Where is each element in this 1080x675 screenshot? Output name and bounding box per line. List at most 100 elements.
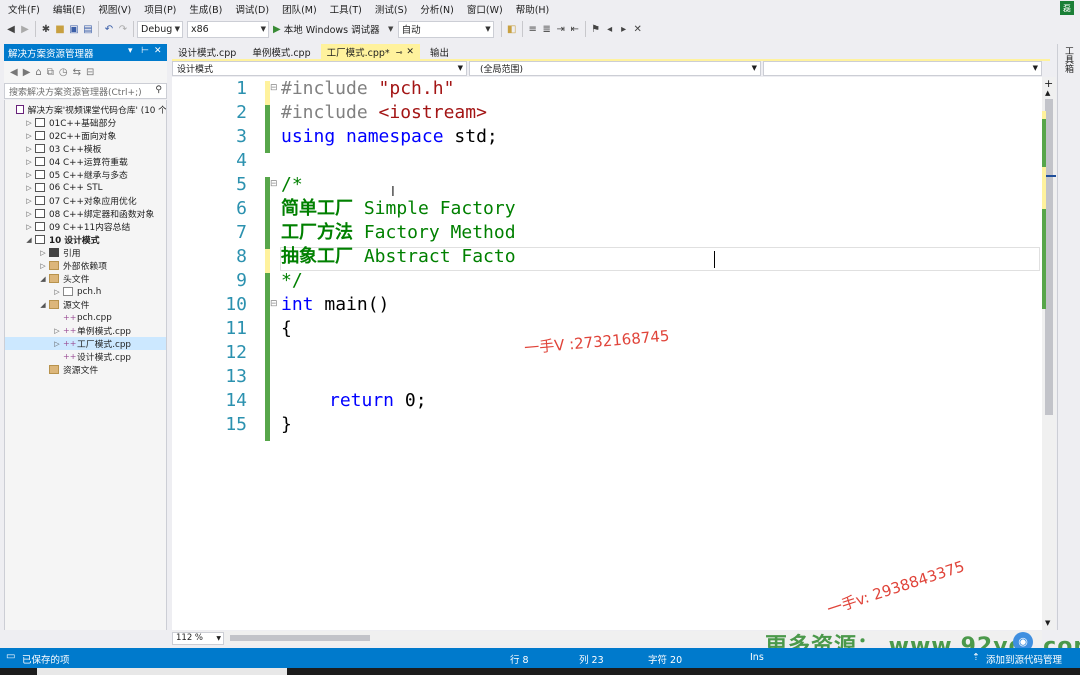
prev-bookmark-icon[interactable]: ◂	[603, 20, 617, 38]
pin-icon[interactable]: ⊢	[141, 46, 149, 56]
upload-icon[interactable]: ⇡	[972, 652, 980, 663]
tree-item[interactable]: ▷ 外部依赖项	[5, 259, 166, 272]
switch-views-icon[interactable]: ⧉	[47, 67, 54, 78]
menu-tools[interactable]: 工具(T)	[326, 2, 366, 16]
expander-icon[interactable]: ▷	[53, 327, 61, 335]
search-icon[interactable]: ⚲	[155, 85, 162, 95]
expander-icon[interactable]: ▷	[25, 132, 33, 140]
expander-icon[interactable]: ▷	[25, 145, 33, 153]
expander-icon[interactable]: ▷	[53, 288, 61, 296]
document-tab[interactable]: 工厂模式.cpp* ⊸ ✕	[320, 44, 420, 60]
collapse-icon[interactable]: ⊟	[270, 179, 278, 189]
tree-item[interactable]: ▷ 引用	[5, 246, 166, 259]
back-icon[interactable]: ◀	[10, 67, 18, 78]
scope-dropdown[interactable]: (全局范围) ▼	[469, 61, 761, 76]
collapse-icon[interactable]: ⊟	[270, 299, 278, 309]
toolbox-tab[interactable]: 工具箱	[1062, 46, 1075, 73]
tree-item[interactable]: ▷ 01C++基础部分	[5, 116, 166, 129]
sync-icon[interactable]: ⇆	[73, 67, 81, 78]
scroll-up-icon[interactable]: ▲	[1045, 89, 1050, 97]
outdent-icon[interactable]: ⇤	[568, 20, 582, 38]
redo-icon[interactable]: ↷	[116, 20, 130, 38]
expander-icon[interactable]: ▷	[53, 340, 61, 348]
collapse-icon[interactable]: ⊟	[270, 83, 278, 93]
account-badge[interactable]: 磊	[1060, 1, 1074, 15]
add-to-source-control-button[interactable]: 添加到源代码管理	[986, 652, 1062, 666]
indent-icon[interactable]: ⇥	[554, 20, 568, 38]
expander-icon[interactable]: ▷	[39, 262, 47, 270]
tree-item[interactable]: ◢ 10 设计模式	[5, 233, 166, 246]
expander-icon[interactable]: ▷	[25, 184, 33, 192]
menu-analyze[interactable]: 分析(N)	[416, 2, 458, 16]
tree-item[interactable]: 资源文件	[5, 363, 166, 376]
expander-icon[interactable]: ▷	[25, 197, 33, 205]
tree-item[interactable]: ▷ ++ 工厂模式.cpp	[5, 337, 166, 350]
next-bookmark-icon[interactable]: ▸	[617, 20, 631, 38]
menu-file[interactable]: 文件(F)	[4, 2, 44, 16]
tree-item[interactable]: ▷ pch.h	[5, 285, 166, 298]
expander-icon[interactable]: ▷	[25, 210, 33, 218]
open-folder-icon[interactable]: ■	[53, 20, 67, 38]
expander-icon[interactable]: ◢	[25, 236, 33, 244]
solution-explorer-search[interactable]: 搜索解决方案资源管理器(Ctrl+;) ⚲	[4, 83, 167, 99]
bookmark-icon[interactable]: ⚑	[589, 20, 603, 38]
scrollbar-thumb[interactable]	[1045, 99, 1053, 415]
tree-item[interactable]: ▷ ++ 单例模式.cpp	[5, 324, 166, 337]
tree-item[interactable]: ▷ 08 C++绑定器和函数对象	[5, 207, 166, 220]
code-editor[interactable]: ⊟ ⊟ ⊟ #include "pch.h" #include <iostrea…	[172, 77, 1042, 630]
document-tab[interactable]: 设计模式.cpp	[172, 44, 242, 60]
toolbox-panel-strip[interactable]: 工具箱	[1057, 44, 1080, 630]
undo-icon[interactable]: ↶	[102, 20, 116, 38]
collapse-all-icon[interactable]: ⊟	[86, 67, 94, 78]
tree-item[interactable]: ▷ 09 C++11内容总结	[5, 220, 166, 233]
document-tab[interactable]: 单例模式.cpp	[246, 44, 316, 60]
tree-item[interactable]: ▷ 04 C++运算符重载	[5, 155, 166, 168]
save-icon[interactable]: ▣	[67, 20, 81, 38]
expander-icon[interactable]: ▷	[25, 158, 33, 166]
vertical-scrollbar[interactable]: + ▲ ▼	[1042, 77, 1056, 630]
tree-item[interactable]: ▷ 06 C++ STL	[5, 181, 166, 194]
tree-item[interactable]: ▷ 03 C++模板	[5, 142, 166, 155]
browse-icon[interactable]: ◧	[505, 20, 519, 38]
tree-item[interactable]: ◢ 头文件	[5, 272, 166, 285]
tree-item[interactable]: ▷ 02C++面向对象	[5, 129, 166, 142]
document-tab[interactable]: 输出	[424, 44, 455, 60]
menu-window[interactable]: 窗口(W)	[463, 2, 507, 16]
expander-icon[interactable]: ▷	[25, 171, 33, 179]
tree-item[interactable]: ++ pch.cpp	[5, 311, 166, 324]
tree-item[interactable]: ▷ 07 C++对象应用优化	[5, 194, 166, 207]
menu-test[interactable]: 测试(S)	[371, 2, 411, 16]
uncomment-icon[interactable]: ≣	[540, 20, 554, 38]
save-all-icon[interactable]: ▤	[81, 20, 95, 38]
menu-build[interactable]: 生成(B)	[185, 2, 226, 16]
horizontal-scrollbar-thumb[interactable]	[230, 635, 370, 641]
menu-view[interactable]: 视图(V)	[94, 2, 135, 16]
expander-icon[interactable]: ▷	[39, 249, 47, 257]
forward-icon[interactable]: ▶	[23, 67, 31, 78]
expander-icon[interactable]: ▷	[25, 119, 33, 127]
zoom-dropdown[interactable]: 112 % ▼	[172, 631, 224, 645]
close-icon[interactable]: ✕	[154, 46, 162, 56]
taskbar-window-button[interactable]	[37, 668, 287, 675]
pin-icon[interactable]: ⊸	[396, 48, 403, 57]
expander-icon[interactable]: ◢	[39, 275, 47, 283]
tree-item[interactable]: 解决方案'视频课堂代码仓库' (10 个	[5, 103, 166, 116]
project-dropdown[interactable]: 设计模式 ▼	[172, 61, 467, 76]
menu-project[interactable]: 项目(P)	[140, 2, 180, 16]
menu-debug[interactable]: 调试(D)	[231, 2, 273, 16]
menu-help[interactable]: 帮助(H)	[512, 2, 554, 16]
solution-platform-dropdown[interactable]: x86 ▼	[187, 20, 269, 38]
back-icon[interactable]: ◀	[4, 20, 18, 38]
menu-edit[interactable]: 编辑(E)	[49, 2, 89, 16]
member-dropdown[interactable]: ▼	[763, 61, 1042, 76]
menu-team[interactable]: 团队(M)	[278, 2, 321, 16]
scroll-down-icon[interactable]: ▼	[1045, 619, 1050, 627]
comment-icon[interactable]: ≡	[526, 20, 540, 38]
chevron-down-icon[interactable]: ▼	[384, 20, 398, 38]
new-project-icon[interactable]: ✱	[39, 20, 53, 38]
start-debugging-button[interactable]: ▶ 本地 Windows 调试器	[273, 22, 380, 37]
home-icon[interactable]: ⌂	[35, 67, 41, 78]
close-icon[interactable]: ✕	[406, 47, 414, 57]
clear-bookmarks-icon[interactable]: ✕	[631, 20, 645, 38]
tree-item[interactable]: ◢ 源文件	[5, 298, 166, 311]
